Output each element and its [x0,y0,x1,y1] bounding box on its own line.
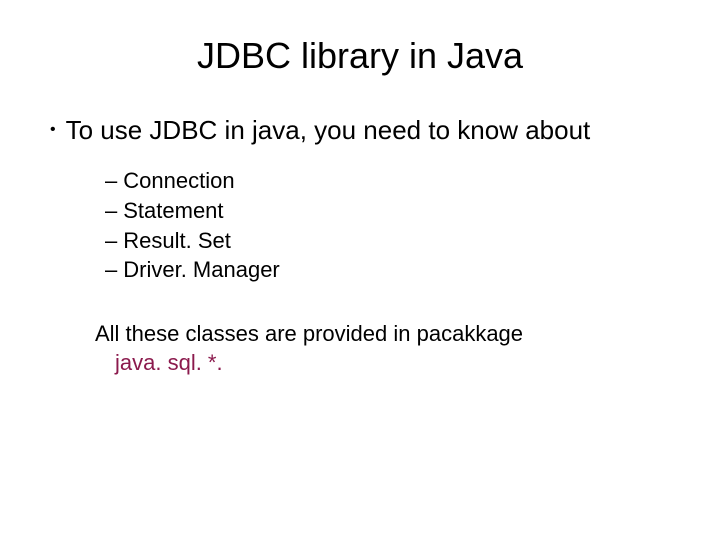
list-item: –Result. Set [105,226,680,256]
footer-text: All these classes are provided in pacakk… [95,320,680,377]
list-item: –Driver. Manager [105,255,680,285]
dash-icon: – [105,198,117,223]
bullet-icon: • [50,120,56,140]
list-item: –Statement [105,196,680,226]
list-item: –Connection [105,166,680,196]
footer-line-1: All these classes are provided in pacakk… [95,321,523,346]
list-item-label: Driver. Manager [123,257,280,282]
list-item-label: Statement [123,198,223,223]
main-bullet-text: To use JDBC in java, you need to know ab… [66,115,591,145]
dash-icon: – [105,257,117,282]
footer-package: java. sql. *. [115,350,223,375]
list-item-label: Result. Set [123,228,231,253]
dash-icon: – [105,168,117,193]
main-bullet: • To use JDBC in java, you need to know a… [50,112,680,146]
slide-title: JDBC library in Java [40,35,680,77]
dash-icon: – [105,228,117,253]
list-item-label: Connection [123,168,234,193]
sub-list: –Connection –Statement –Result. Set –Dri… [105,166,680,285]
